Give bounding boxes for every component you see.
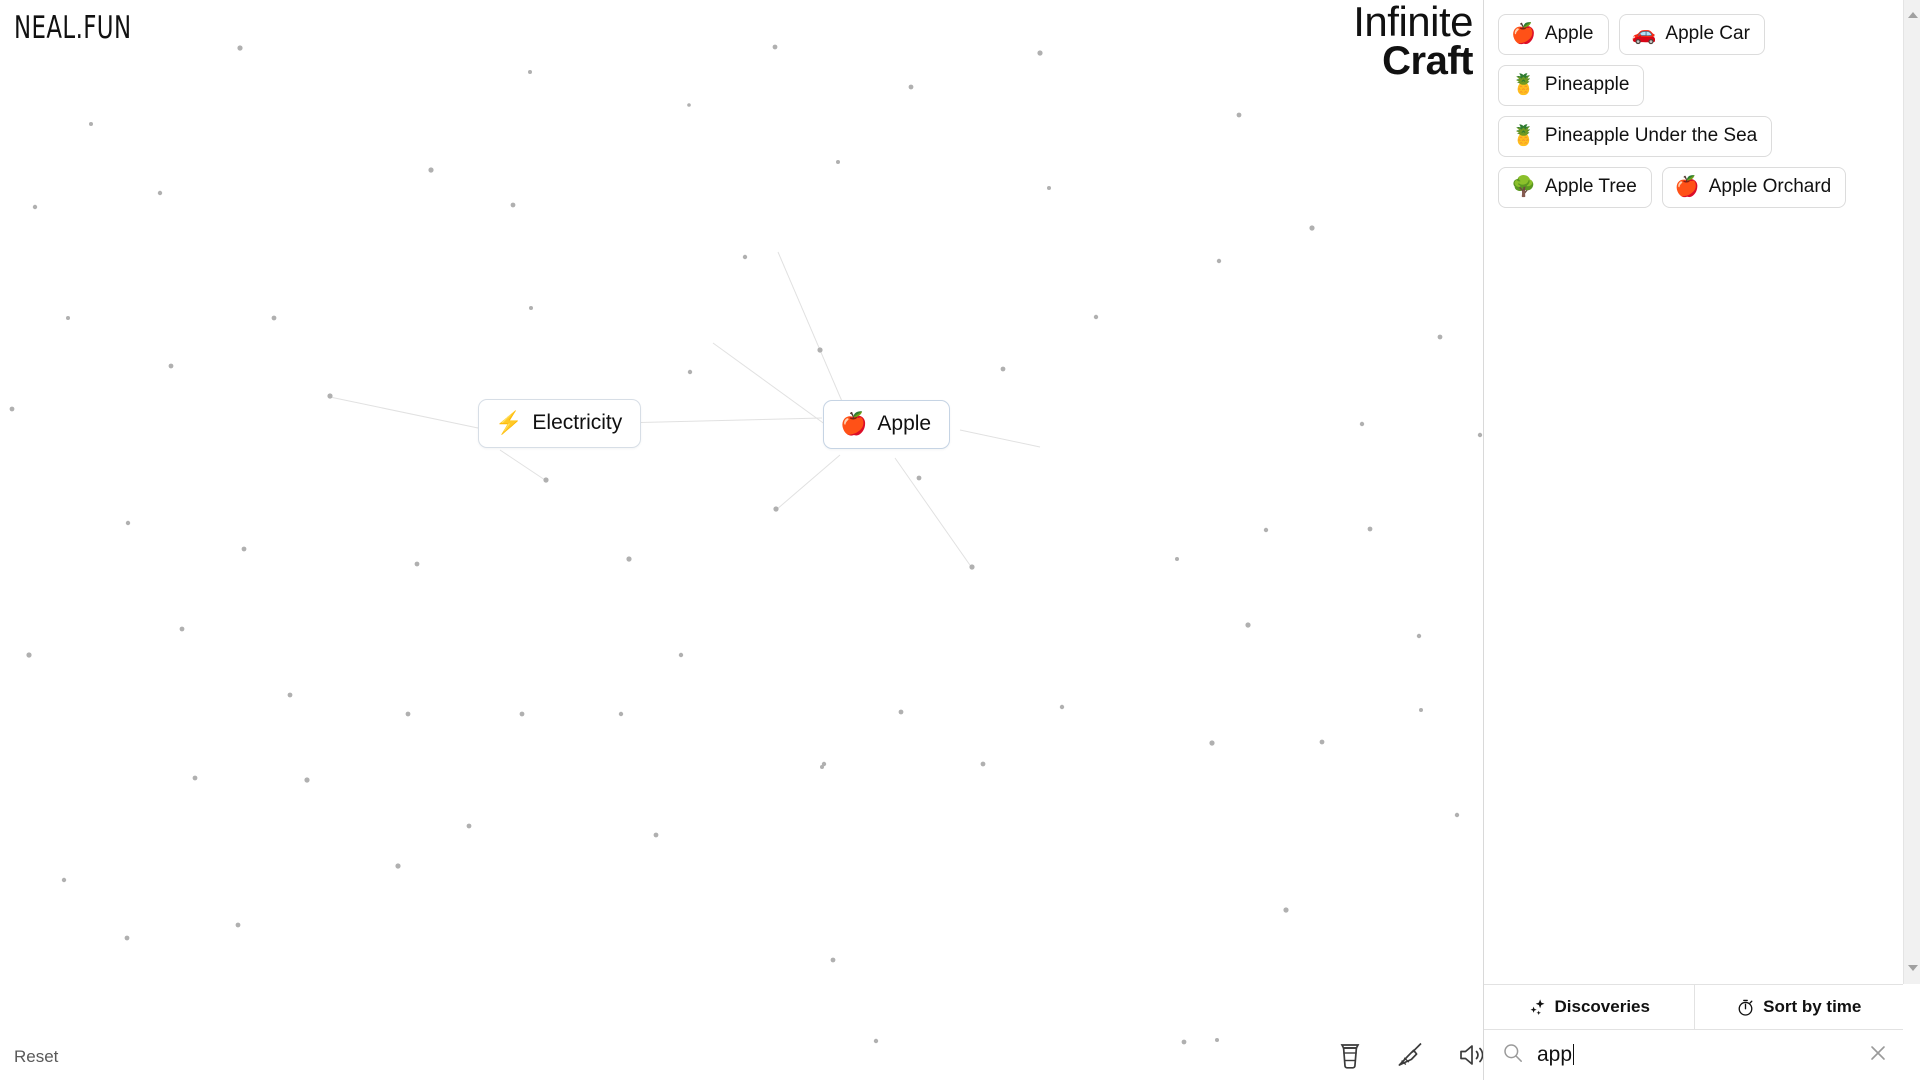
element-item[interactable]: 🌳 Apple Tree (1498, 167, 1652, 208)
sparkles-icon (1528, 998, 1547, 1017)
canvas-node-label: Apple (877, 412, 932, 435)
element-item[interactable]: 🍎 Apple Orchard (1661, 167, 1847, 208)
search-input[interactable]: app (1502, 1042, 1853, 1069)
lightning-icon: ⚡ (495, 410, 523, 435)
elements-list: 🍎 Apple 🚗 Apple Car 🍍 Pineapple 🍍 Pineapple Und… (1498, 14, 1890, 208)
element-emoji-icon: 🍎 (1674, 176, 1700, 198)
element-item-label: Pineapple Under the Sea (1544, 125, 1758, 146)
crafting-canvas[interactable]: NEAL.FUN Infinite Craft ⚡ Electricity 🍎 … (0, 0, 1483, 1080)
page-title: Infinite Craft (1353, 0, 1473, 83)
sidebar-scrollbar[interactable] (1903, 0, 1920, 984)
stopwatch-icon (1736, 998, 1755, 1017)
sort-by-time-label: Sort by time (1763, 997, 1862, 1016)
coffee-icon[interactable] (1337, 1040, 1363, 1070)
neal-fun-logo[interactable]: NEAL.FUN (14, 10, 131, 46)
element-emoji-icon: 🚗 (1631, 23, 1657, 45)
chevron-down-icon[interactable] (1904, 959, 1920, 976)
canvas-node-label: Electricity (532, 411, 623, 434)
element-item[interactable]: 🚗 Apple Car (1618, 14, 1765, 55)
search-value: app (1537, 1043, 1573, 1066)
elements-list-area[interactable]: 🍎 Apple 🚗 Apple Car 🍍 Pineapple 🍍 Pineapple Und… (1484, 0, 1920, 984)
search-icon (1502, 1042, 1524, 1069)
element-item[interactable]: 🍍 Pineapple (1498, 65, 1645, 106)
element-item[interactable]: 🍎 Apple (1498, 14, 1609, 55)
element-emoji-icon: 🍍 (1511, 74, 1536, 96)
element-item-label: Apple Tree (1544, 176, 1637, 197)
discoveries-label: Discoveries (1554, 997, 1650, 1016)
element-emoji-icon: 🍎 (1511, 23, 1536, 45)
element-item-label: Apple (1544, 23, 1594, 44)
element-item-label: Apple Orchard (1708, 176, 1832, 197)
title-line-1: Infinite (1353, 0, 1473, 45)
reset-button[interactable]: Reset (14, 1047, 58, 1067)
title-line-2: Craft (1382, 38, 1473, 83)
particle-background (9, 44, 1483, 1045)
speaker-icon[interactable] (1457, 1041, 1483, 1069)
canvas-tools (1337, 1040, 1483, 1070)
search-row: app (1484, 1030, 1903, 1080)
close-icon[interactable] (1867, 1042, 1889, 1069)
apple-icon: 🍎 (840, 411, 868, 436)
sidebar-controls: Discoveries Sort by time (1484, 984, 1903, 1030)
element-emoji-icon: 🍍 (1511, 125, 1536, 147)
element-item[interactable]: 🍍 Pineapple Under the Sea (1498, 116, 1773, 157)
canvas-node-apple[interactable]: 🍎 Apple (823, 400, 951, 449)
element-item-label: Pineapple (1544, 74, 1630, 95)
discoveries-button[interactable]: Discoveries (1484, 985, 1694, 1029)
chevron-up-icon[interactable] (1904, 6, 1920, 23)
element-emoji-icon: 🌳 (1511, 176, 1536, 198)
element-item-label: Apple Car (1665, 23, 1750, 44)
elements-sidebar: 🍎 Apple 🚗 Apple Car 🍍 Pineapple 🍍 Pineapple Und… (1483, 0, 1920, 1080)
infinite-craft-app: NEAL.FUN Infinite Craft ⚡ Electricity 🍎 … (0, 0, 1920, 1080)
canvas-node-electricity[interactable]: ⚡ Electricity (478, 399, 642, 448)
sort-by-time-button[interactable]: Sort by time (1693, 985, 1904, 1029)
broom-icon[interactable] (1395, 1040, 1425, 1070)
